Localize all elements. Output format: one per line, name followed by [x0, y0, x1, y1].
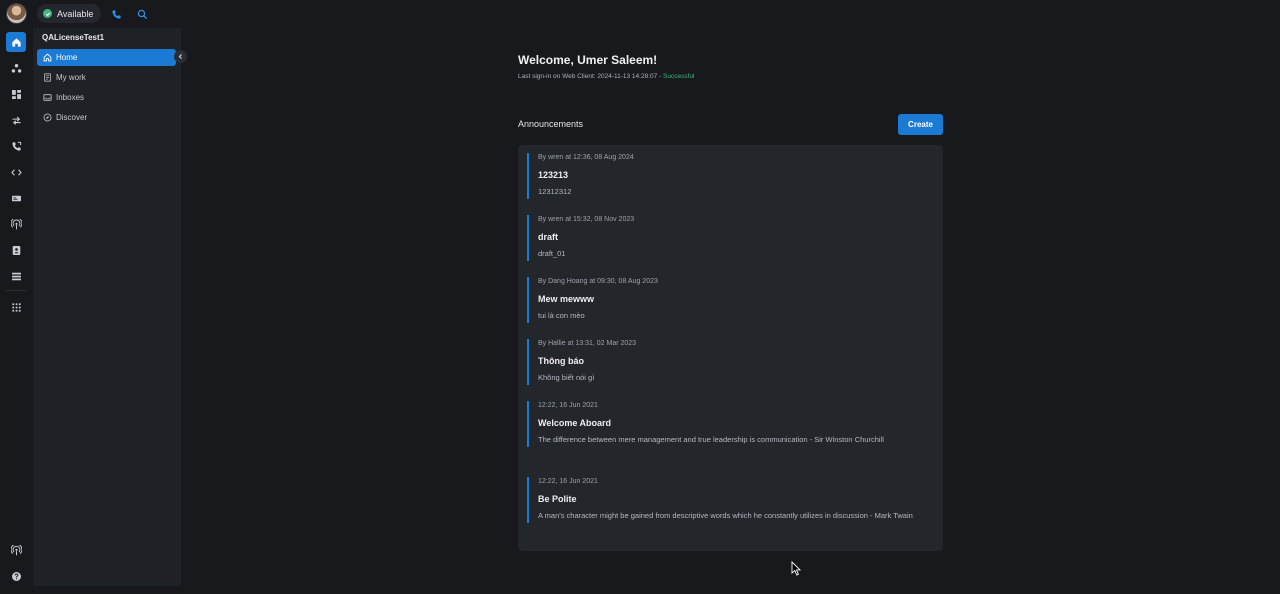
home-icon[interactable] [6, 32, 26, 52]
announcement-title: Mew mewww [538, 294, 595, 304]
availability-status[interactable]: Available [37, 4, 102, 23]
nav-item-discover[interactable]: Discover [37, 109, 176, 126]
phonebook-icon[interactable] [6, 240, 26, 260]
announcement-body: 12312312 [538, 187, 572, 196]
call-history-icon[interactable] [6, 136, 26, 156]
welcome-heading: Welcome, Umer Saleem! [518, 53, 658, 67]
announcement-item[interactable]: By wren at 12:36, 08 Aug 2024 123213 123… [527, 153, 927, 199]
nav-item-my-work[interactable]: My work [37, 69, 176, 86]
rail-divider [6, 290, 26, 291]
announcement-title: draft [538, 232, 558, 242]
announcement-meta: By Hallie at 13:31, 02 Mar 2023 [538, 340, 637, 347]
nav-item-inboxes[interactable]: Inboxes [37, 89, 176, 106]
transfer-icon[interactable] [6, 110, 26, 130]
announcements-heading: Announcements [518, 119, 584, 129]
help-icon[interactable] [6, 566, 26, 586]
mouse-cursor-icon [791, 560, 802, 576]
announcement-meta: By wren at 12:36, 08 Aug 2024 [538, 154, 634, 161]
announcement-title: Welcome Aboard [538, 418, 612, 428]
home-icon [43, 53, 52, 62]
search-icon[interactable] [133, 5, 151, 23]
announcement-item[interactable]: 12:22, 16 Jun 2021 Welcome Aboard The di… [527, 401, 927, 447]
queue-icon[interactable] [6, 266, 26, 286]
announcement-body: draft_01 [538, 249, 566, 258]
nav-item-home[interactable]: Home [37, 49, 176, 66]
announcement-title: Thông báo [538, 356, 584, 366]
workspace-name: QALicenseTest1 [42, 33, 105, 42]
phone-icon[interactable] [107, 5, 125, 23]
dashboard-icon[interactable] [6, 84, 26, 104]
announcement-body: Không biết nói gì [538, 373, 595, 382]
last-sign-in: Last sign-in on Web Client: 2024-11-13 1… [518, 73, 694, 80]
announcement-meta: By wren at 15:32, 08 Nov 2023 [538, 216, 635, 223]
announcement-meta: By Dang Hoang at 09:30, 08 Aug 2023 [538, 278, 658, 285]
nav-item-label: My work [56, 73, 86, 82]
announcements-list: By wren at 12:36, 08 Aug 2024 123213 123… [518, 145, 943, 551]
contacts-icon[interactable] [6, 58, 26, 78]
nav-item-label: Discover [56, 113, 88, 122]
announcement-body: A man's character might be gained from d… [538, 511, 913, 520]
announcement-meta: 12:22, 16 Jun 2021 [538, 478, 598, 485]
announcement-item[interactable]: By Dang Hoang at 09:30, 08 Aug 2023 Mew … [527, 277, 927, 323]
left-rail [0, 28, 32, 594]
apps-grid-icon[interactable] [6, 297, 26, 317]
chevron-left-icon [178, 54, 182, 59]
inbox-icon [43, 94, 52, 101]
announcement-item[interactable]: By wren at 15:32, 08 Nov 2023 draft draf… [527, 215, 927, 261]
announcement-meta: 12:22, 16 Jun 2021 [538, 402, 598, 409]
announcement-title: 123213 [538, 170, 569, 180]
nav-item-label: Home [56, 53, 78, 62]
document-icon [44, 73, 51, 82]
nav-item-label: Inboxes [56, 93, 85, 102]
last-sign-in-text: Last sign-in on Web Client: 2024-11-13 1… [518, 73, 664, 80]
create-button[interactable]: Create [898, 114, 943, 135]
compass-icon [43, 113, 52, 122]
broadcast-icon[interactable] [6, 214, 26, 234]
announcement-title: Be Polite [538, 494, 577, 504]
avatar[interactable] [6, 3, 27, 24]
announcement-body: The difference between mere management a… [538, 435, 884, 444]
last-sign-in-status: Successful [663, 73, 695, 80]
navigation-panel: QALicenseTest1 Home My work Inboxes Disc… [33, 28, 181, 586]
podcast-icon[interactable] [6, 540, 26, 560]
announcement-item[interactable]: By Hallie at 13:31, 02 Mar 2023 Thông bá… [527, 339, 927, 385]
top-bar: Available [0, 0, 1280, 28]
check-icon [43, 9, 52, 18]
status-label: Available [57, 8, 94, 19]
code-icon[interactable] [6, 162, 26, 182]
announcement-body: tui là con mèo [538, 311, 585, 320]
sms-icon[interactable] [6, 188, 26, 208]
announcement-item[interactable]: 12:22, 16 Jun 2021 Be Polite A man's cha… [527, 477, 927, 523]
collapse-panel-button[interactable] [174, 50, 187, 63]
